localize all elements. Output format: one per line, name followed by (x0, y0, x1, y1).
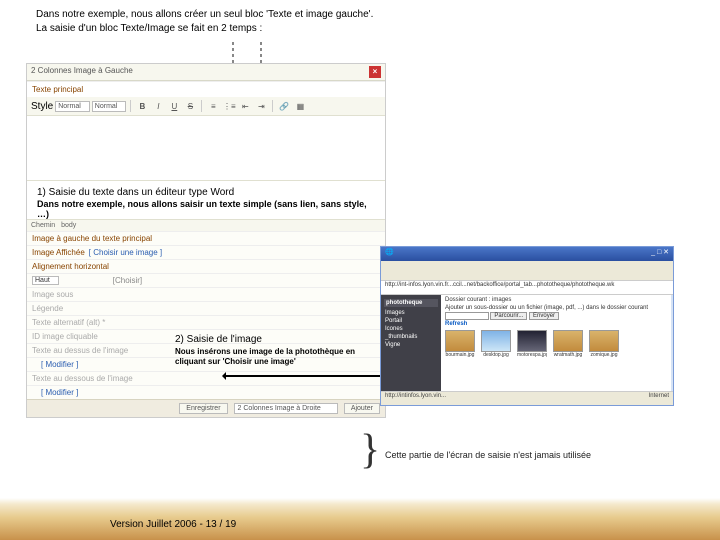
add-button[interactable]: Ajouter (344, 403, 380, 414)
font-select[interactable]: Normal (92, 101, 127, 112)
status-right: Internet (649, 393, 669, 404)
chosen-label: [Choisir] (113, 276, 142, 285)
label-align-h: Alignement horizontal (32, 262, 109, 271)
thumb[interactable]: bourmain.jpg (445, 330, 475, 358)
thumb[interactable]: motorespa.jpg (517, 330, 547, 358)
edit-below-link[interactable]: [ Modifier ] (41, 388, 78, 397)
editor-footer: Enregistrer 2 Colonnes Image à Droite Aj… (27, 399, 385, 417)
popup-statusbar: http://intinfos.lyon.vin... Internet (381, 391, 673, 405)
intro-paragraph: Dans notre exemple, nous allons créer un… (36, 8, 586, 35)
file-input[interactable] (445, 312, 489, 320)
refresh-link[interactable]: Refresh (445, 321, 669, 327)
row-legend: Légende (27, 301, 385, 315)
popup-main: Dossier courant : images Ajouter un sous… (441, 295, 673, 391)
label-text-below: Texte au dessous de l'image (32, 374, 133, 383)
phototheque-window: 🌐 _ □ ✕ http://int-infos.lyon.vin.fr...c… (380, 246, 674, 406)
label-image-shown: Image Affichée (32, 248, 85, 257)
current-folder: Dossier courant : images (445, 297, 669, 303)
row-align: Alignement horizontal (27, 259, 385, 273)
link-icon[interactable]: 🔗 (277, 99, 291, 113)
editor-titlebar: 2 Colonnes Image à Gauche × (27, 64, 385, 81)
indent-icon[interactable]: ⇥ (254, 99, 268, 113)
style-select[interactable]: Normal (55, 101, 90, 112)
popup-sidebar: phototheque Images Portail Icones _thumb… (381, 295, 441, 391)
side-item[interactable]: Images (384, 309, 438, 317)
footer-band (0, 498, 720, 540)
side-item[interactable]: Portail (384, 317, 438, 325)
align-select[interactable]: Haut (32, 276, 59, 285)
path-value: body (61, 222, 76, 229)
step2-heading: 2) Saisie de l'image (175, 334, 365, 345)
choose-image-link[interactable]: [ Choisir une image ] (89, 248, 162, 257)
status-left: http://intinfos.lyon.vin... (385, 393, 446, 404)
bold-icon[interactable]: B (135, 99, 149, 113)
list-icon[interactable]: ≡ (206, 99, 220, 113)
popup-address[interactable]: http://int-infos.lyon.vin.fr...ccil...ne… (381, 281, 673, 295)
close-icon[interactable]: × (369, 66, 381, 78)
side-item[interactable]: _thumbnails (384, 333, 438, 341)
step1-heading: 1) Saisie du texte dans un éditeur type … (37, 187, 375, 198)
sidebar-header: phototheque (384, 299, 438, 307)
numlist-icon[interactable]: ⋮≡ (222, 99, 236, 113)
italic-icon[interactable]: I (151, 99, 165, 113)
step2-note: 2) Saisie de l'image Nous insérons une i… (175, 334, 365, 367)
edit-above-link[interactable]: [ Modifier ] (41, 360, 78, 369)
section-texte-principal: Texte principal (27, 81, 385, 97)
thumb[interactable]: zomique.jpg (589, 330, 619, 358)
step2-sub: Nous insérons une image de la photothèqu… (175, 347, 365, 367)
step1-note: 1) Saisie du texte dans un éditeur type … (27, 181, 385, 219)
side-item[interactable]: Icones (384, 325, 438, 333)
outdent-icon[interactable]: ⇤ (238, 99, 252, 113)
footer-text: Version Juillet 2006 - 13 / 19 (110, 519, 236, 530)
image-icon[interactable]: ▦ (293, 99, 307, 113)
side-item[interactable]: Vigne (384, 341, 438, 349)
add-file-line: Ajouter un sous-dossier ou un fichier (i… (445, 305, 669, 311)
editor-window-title: 2 Colonnes Image à Gauche (31, 66, 133, 78)
intro-line-1: Dans notre exemple, nous allons créer un… (36, 8, 586, 22)
browse-button[interactable]: Parcourir... (490, 312, 527, 320)
thumbnails: bourmain.jpg desktop.jpg motorespa.jpg w… (445, 330, 669, 358)
strike-icon[interactable]: S (183, 99, 197, 113)
path-label: Chemin (31, 222, 55, 229)
send-button[interactable]: Envoyer (529, 312, 559, 320)
path-row: Chemin body (27, 219, 385, 231)
row-alt: Texte alternatif (alt) * (27, 315, 385, 329)
intro-line-2: La saisie d'un bloc Texte/Image se fait … (36, 22, 586, 36)
popup-ie-icon: 🌐 (385, 248, 394, 260)
brace-caption: Cette partie de l'écran de saisie n'est … (385, 450, 591, 460)
popup-titlebar: 🌐 _ □ ✕ (381, 247, 673, 261)
thumb[interactable]: desktop.jpg (481, 330, 511, 358)
popup-controls[interactable]: _ □ ✕ (651, 248, 669, 260)
style-label: Style (31, 101, 53, 112)
step1-sub: Dans notre exemple, nous allons saisir u… (37, 199, 375, 219)
editor-textarea[interactable] (27, 116, 385, 181)
save-button[interactable]: Enregistrer (179, 403, 227, 414)
row-image-shown: Image Affichée [ Choisir une image ] (27, 245, 385, 259)
row-text-below: Texte au dessous de l'image (27, 371, 385, 385)
row-image-title: Image sous (27, 287, 385, 301)
editor-toolbar: Style Normal Normal B I U S ≡ ⋮≡ ⇤ ⇥ 🔗 ▦ (27, 97, 385, 116)
popup-toolbar (381, 261, 673, 281)
row-align-select: Haut [Choisir] (27, 273, 385, 287)
label-text-above: Texte au dessus de l'image (32, 346, 128, 355)
brace-icon: } (360, 436, 380, 465)
thumb[interactable]: wratmath.jpg (553, 330, 583, 358)
underline-icon[interactable]: U (167, 99, 181, 113)
cols-select[interactable]: 2 Colonnes Image à Droite (234, 403, 338, 414)
row-image-left: Image à gauche du texte principal (27, 231, 385, 245)
